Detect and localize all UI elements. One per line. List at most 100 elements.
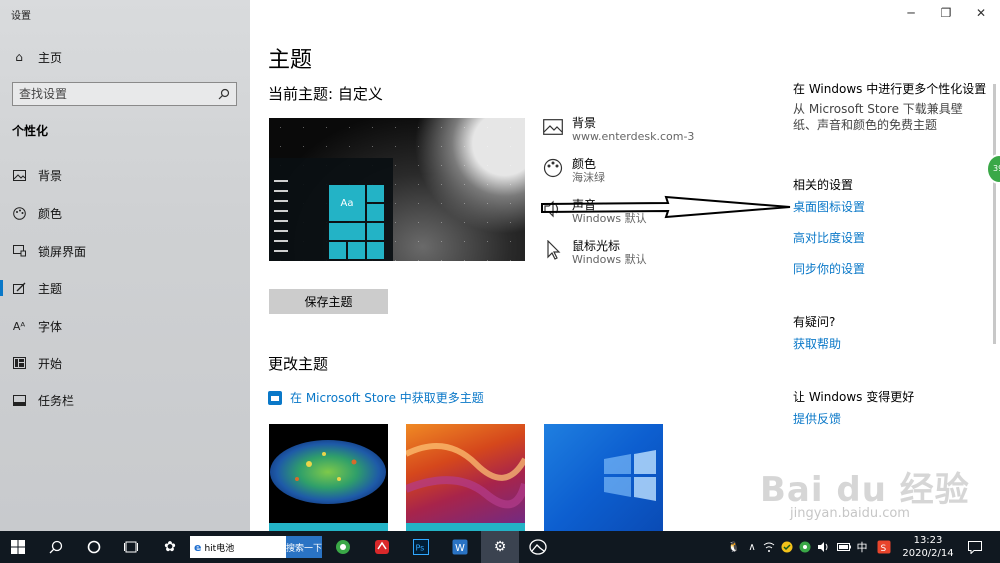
- network-icon[interactable]: [762, 531, 776, 563]
- watermark-logo: Bai du 经验: [760, 470, 970, 510]
- canyon-image: [406, 443, 525, 509]
- sidebar-item-taskbar[interactable]: 任务栏: [0, 385, 250, 415]
- qq-icon[interactable]: 🐧: [727, 531, 741, 563]
- photoshop-icon[interactable]: Ps: [403, 531, 439, 563]
- palette-icon: [12, 206, 26, 220]
- more-personalization-text: 从 Microsoft Store 下载兼具壁纸、声音和颜色的免费主题: [793, 102, 963, 132]
- floating-badge[interactable]: 39: [986, 154, 1000, 184]
- sogou-icon[interactable]: S: [876, 531, 892, 563]
- search-icon[interactable]: [218, 85, 230, 104]
- security-shield-icon[interactable]: [780, 531, 794, 563]
- high-contrast-settings-link[interactable]: 高对比度设置: [793, 229, 865, 246]
- photos-icon[interactable]: [520, 531, 556, 563]
- picture-icon: [542, 116, 564, 138]
- wps-red-icon[interactable]: [364, 531, 400, 563]
- start-menu-icon: [12, 356, 26, 370]
- option-value: Windows 默认: [572, 253, 647, 266]
- page-title: 主题: [268, 48, 313, 73]
- close-button[interactable]: ✕: [970, 4, 992, 22]
- sidebar-item-lock-screen[interactable]: 锁屏界面: [0, 236, 250, 266]
- related-settings-title: 相关的设置: [793, 178, 854, 192]
- font-icon: Aᴬ: [12, 319, 26, 333]
- ime-indicator[interactable]: 中: [854, 531, 870, 563]
- scrollbar[interactable]: [993, 84, 996, 344]
- desktop-icon-settings-link[interactable]: 桌面图标设置: [793, 198, 865, 215]
- svg-text:S: S: [881, 544, 887, 554]
- notification-icon[interactable]: [964, 531, 986, 563]
- taskbar-search-button[interactable]: 搜索一下: [286, 536, 322, 558]
- volume-icon[interactable]: [816, 531, 830, 563]
- update-green-icon[interactable]: [798, 531, 812, 563]
- option-value: www.enterdesk.com-3: [572, 130, 695, 143]
- minimize-button[interactable]: ─: [900, 4, 922, 22]
- app-title: 设置: [11, 11, 31, 22]
- theme-preview: Aa: [269, 118, 525, 261]
- sync-settings-link[interactable]: 同步你的设置: [793, 260, 865, 277]
- battery-icon[interactable]: [836, 531, 852, 563]
- search-input[interactable]: [19, 87, 199, 101]
- windows-logo-image: [604, 450, 656, 501]
- svg-text:W: W: [455, 543, 465, 554]
- cmb-map-image: [270, 440, 386, 504]
- sidebar-item-fonts[interactable]: Aᴬ 字体: [0, 311, 250, 341]
- theme-thumbnail-windows[interactable]: [544, 424, 663, 531]
- sidebar-item-start[interactable]: 开始: [0, 348, 250, 378]
- clock-time: 13:23: [913, 535, 943, 546]
- question-title: 有疑问?: [793, 315, 836, 329]
- store-link-label: 在 Microsoft Store 中获取更多主题: [290, 391, 484, 405]
- preview-tile: Aa: [329, 185, 365, 221]
- store-bag-icon: [268, 390, 282, 405]
- theme-thumbnail-cosmic[interactable]: [269, 424, 388, 531]
- taskbar-search-field[interactable]: e hit电池: [190, 536, 286, 558]
- save-theme-button[interactable]: 保存主题: [269, 289, 388, 314]
- sidebar-item-label: 任务栏: [38, 393, 75, 408]
- option-color[interactable]: 颜色 海沫绿: [542, 157, 605, 185]
- option-title: 颜色: [572, 157, 597, 171]
- option-title: 鼠标光标: [572, 239, 621, 253]
- sidebar-item-label: 背景: [38, 168, 63, 183]
- sidebar-item-label: 字体: [38, 319, 63, 334]
- chevron-up-icon[interactable]: ∧: [746, 531, 758, 563]
- cursor-icon: [542, 239, 564, 261]
- sidebar-item-colors[interactable]: 颜色: [0, 198, 250, 228]
- feedback-link[interactable]: 提供反馈: [793, 410, 841, 427]
- settings-gear-icon[interactable]: ⚙: [481, 531, 519, 563]
- option-value: 海沫绿: [572, 171, 605, 184]
- theme-thumbnail-canyon[interactable]: [406, 424, 525, 531]
- home-icon: ⌂: [15, 50, 23, 64]
- taskbar-search-text: hit电池: [204, 543, 235, 554]
- clock-date: 2020/2/14: [902, 548, 954, 559]
- sidebar-item-themes[interactable]: 主题: [0, 273, 250, 303]
- search-icon[interactable]: [38, 531, 74, 563]
- watermark-url: jingyan.baidu.com: [790, 506, 910, 521]
- picture-icon: [12, 168, 26, 182]
- sidebar-item-label: 主题: [38, 281, 63, 296]
- change-theme-heading: 更改主题: [268, 355, 329, 373]
- search-box[interactable]: [12, 82, 237, 106]
- more-personalization-title: 在 Windows 中进行更多个性化设置: [793, 82, 987, 96]
- task-view-icon[interactable]: [113, 531, 149, 563]
- get-help-link[interactable]: 获取帮助: [793, 335, 841, 352]
- store-themes-link[interactable]: 在 Microsoft Store 中获取更多主题: [268, 389, 484, 406]
- svg-text:Ps: Ps: [416, 544, 425, 553]
- improve-windows-title: 让 Windows 变得更好: [793, 390, 915, 404]
- app-flower-icon[interactable]: ✿: [152, 531, 188, 563]
- wps-office-icon[interactable]: W: [442, 531, 478, 563]
- taskbar-clock[interactable]: 13:23 2020/2/14: [900, 534, 956, 560]
- option-title: 背景: [572, 116, 597, 130]
- ie-icon: e: [194, 540, 202, 554]
- current-theme-label: 当前主题: 自定义: [268, 85, 383, 103]
- cortana-icon[interactable]: [76, 531, 112, 563]
- sidebar: 设置 ⌂ 主页 个性化 背景 颜色 锁屏界面 主题 Aᴬ 字体: [0, 0, 250, 531]
- sidebar-item-label: 主页: [38, 50, 63, 65]
- windows-start-icon[interactable]: [0, 531, 36, 563]
- sidebar-item-label: 开始: [38, 356, 63, 371]
- section-heading: 个性化: [12, 124, 49, 138]
- option-cursor[interactable]: 鼠标光标 Windows 默认: [542, 239, 647, 267]
- option-background[interactable]: 背景 www.enterdesk.com-3: [542, 116, 694, 144]
- sidebar-item-background[interactable]: 背景: [0, 160, 250, 190]
- sidebar-item-label: 锁屏界面: [38, 244, 87, 259]
- browser-green-icon[interactable]: [325, 531, 361, 563]
- maximize-button[interactable]: ❐: [935, 4, 957, 22]
- sidebar-item-home[interactable]: ⌂ 主页: [0, 42, 250, 72]
